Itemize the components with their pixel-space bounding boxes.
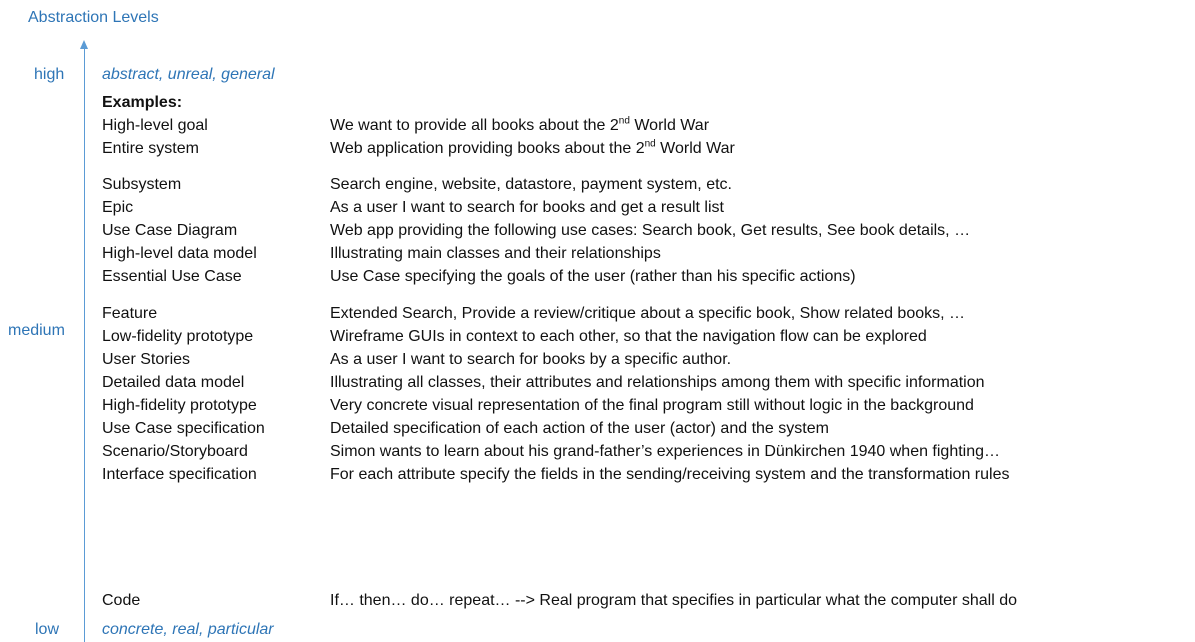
example-term: Use Case Diagram <box>102 222 238 239</box>
example-description: We want to provide all books about the 2… <box>330 115 710 134</box>
example-term: Code <box>102 592 141 609</box>
superscript: nd <box>618 115 630 127</box>
example-term: Essential Use Case <box>102 268 242 285</box>
example-description: As a user I want to search for books by … <box>330 351 732 368</box>
example-term: Epic <box>102 199 134 216</box>
example-description: Web application providing books about th… <box>330 138 735 157</box>
example-description: Very concrete visual representation of t… <box>330 397 974 414</box>
level-high-label: high <box>34 66 65 83</box>
level-medium-label: medium <box>8 322 65 339</box>
example-description: Use Case specifying the goals of the use… <box>330 268 856 285</box>
example-description: Detailed specification of each action of… <box>330 420 829 437</box>
example-term: Feature <box>102 305 158 322</box>
example-term: High-level goal <box>102 117 208 134</box>
example-term: High-level data model <box>102 245 257 262</box>
superscript: nd <box>644 138 656 150</box>
example-term: Interface specification <box>102 466 257 483</box>
axis-line <box>84 48 85 642</box>
example-term: Scenario/Storyboard <box>102 443 248 460</box>
example-description: Web app providing the following use case… <box>330 222 971 239</box>
example-term: Use Case specification <box>102 420 265 437</box>
example-term: Entire system <box>102 140 199 157</box>
example-term: Subsystem <box>102 176 182 193</box>
example-description: As a user I want to search for books and… <box>330 199 724 216</box>
level-low-label: low <box>35 621 60 638</box>
example-term: Detailed data model <box>102 374 245 391</box>
example-description: Illustrating all classes, their attribut… <box>330 374 985 391</box>
example-description: For each attribute specify the fields in… <box>330 466 1010 483</box>
example-description: Simon wants to learn about his grand-fat… <box>330 443 1001 460</box>
example-description: Wireframe GUIs in context to each other,… <box>330 328 927 345</box>
example-term: Low-fidelity prototype <box>102 328 254 345</box>
example-description: Illustrating main classes and their rela… <box>330 245 661 262</box>
example-term: High-fidelity prototype <box>102 397 257 414</box>
example-description: If… then… do… repeat… --> Real program t… <box>330 592 1017 609</box>
example-description: Extended Search, Provide a review/critiq… <box>330 305 966 322</box>
example-term: User Stories <box>102 351 191 368</box>
example-description: Search engine, website, datastore, payme… <box>330 176 732 193</box>
examples-list: High-level goal We want to provide all b… <box>102 0 1192 642</box>
